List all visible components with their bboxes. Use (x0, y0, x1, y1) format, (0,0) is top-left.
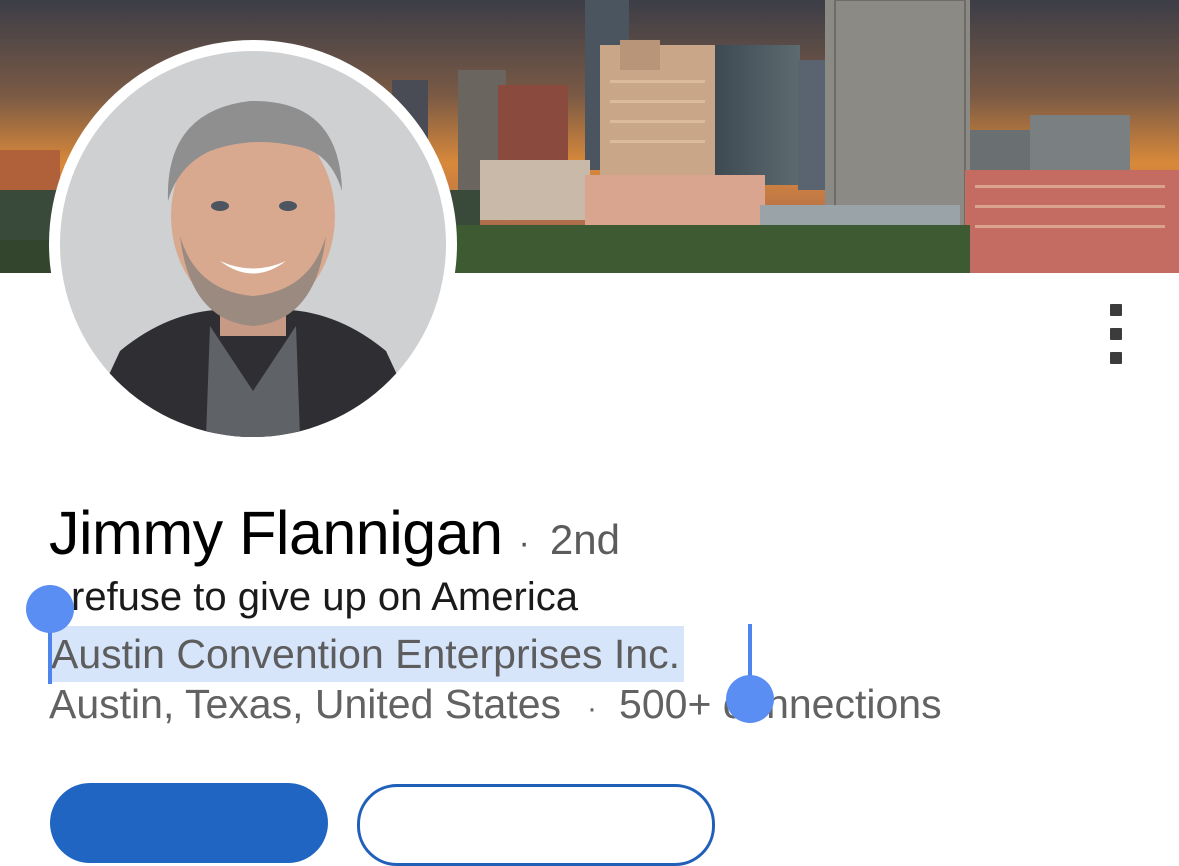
profile-avatar[interactable] (49, 40, 457, 448)
selection-handle-start[interactable] (26, 585, 74, 633)
profile-meta-row: Austin, Texas, United States · 500+ conn… (49, 681, 942, 728)
connection-degree: 2nd (549, 516, 620, 563)
profile-headline: refuse to give up on America (49, 575, 578, 620)
profile-location: Austin, Texas, United States (49, 681, 562, 727)
more-dot (1110, 304, 1122, 316)
profile-headline-text: refuse to give up on America (71, 575, 578, 619)
profile-company-selected[interactable]: Austin Convention Enterprises Inc. (49, 626, 684, 682)
profile-photo-image (60, 51, 446, 437)
selection-handle-end[interactable] (726, 675, 774, 723)
selection-caret-start (48, 628, 52, 684)
more-dot (1110, 328, 1122, 340)
more-vertical-icon[interactable] (1096, 296, 1136, 372)
separator-dot: · (587, 692, 598, 725)
more-dot (1110, 352, 1122, 364)
profile-name-row: Jimmy Flannigan · 2nd (49, 498, 620, 574)
separator-dot: · (518, 524, 530, 562)
primary-action-button[interactable] (50, 783, 328, 863)
profile-connections[interactable]: 500+ connections (619, 681, 942, 728)
profile-name: Jimmy Flannigan (49, 499, 503, 567)
secondary-action-button[interactable] (357, 784, 715, 866)
